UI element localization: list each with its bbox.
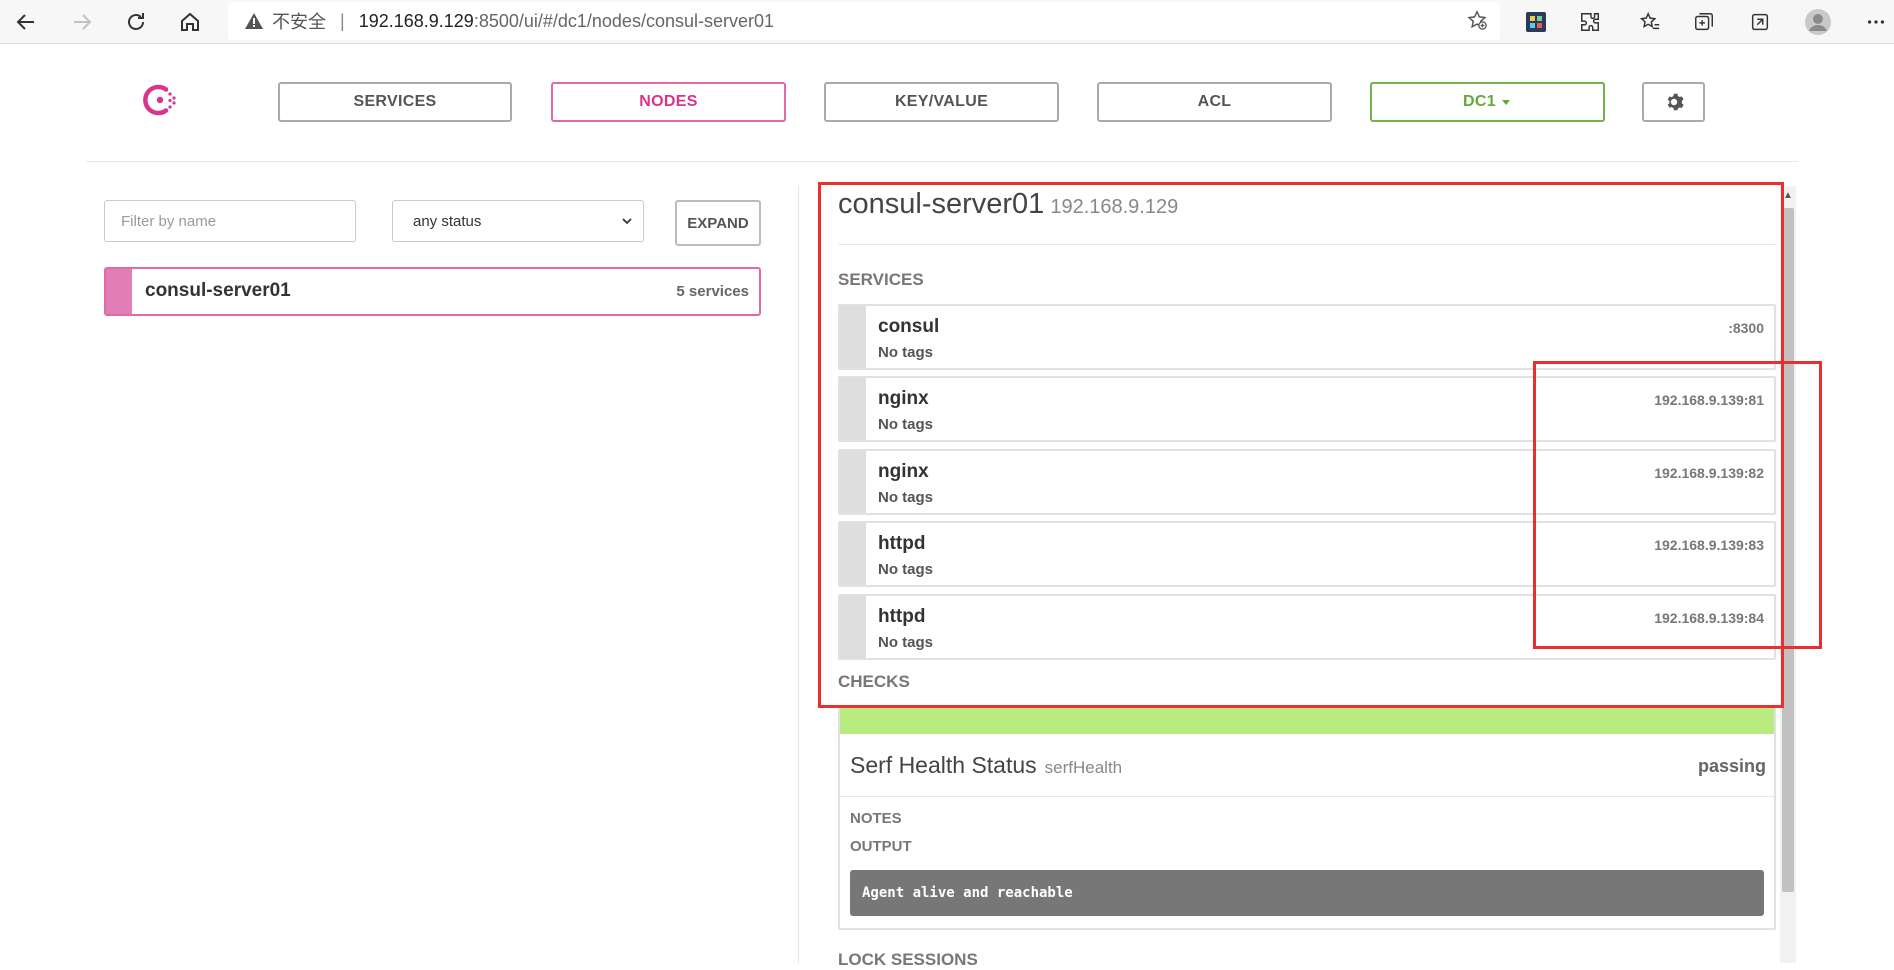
expand-button[interactable]: EXPAND xyxy=(675,200,761,246)
add-favorite-icon[interactable] xyxy=(1466,9,1488,37)
service-address: 192.168.9.139:84 xyxy=(1654,610,1764,626)
consul-logo-icon[interactable] xyxy=(140,80,180,120)
puzzle-icon[interactable] xyxy=(1572,4,1608,40)
service-tags: No tags xyxy=(878,489,934,506)
url-host: 192.168.9.129 xyxy=(358,10,474,31)
title-divider xyxy=(838,244,1776,245)
insecure-label: 不安全 xyxy=(272,12,326,32)
node-detail-ip: 192.168.9.129 xyxy=(1050,196,1179,218)
node-detail-name: consul-server01 xyxy=(838,188,1045,220)
url-path: :8500/ui/#/dc1/nodes/consul-server01 xyxy=(473,10,775,31)
service-tags: No tags xyxy=(878,416,934,433)
settings-button[interactable] xyxy=(1642,82,1705,122)
address-bar[interactable]: 不安全 | 192.168.9.129:8500/ui/#/dc1/nodes/… xyxy=(228,2,1500,40)
chevron-down-icon xyxy=(622,218,632,225)
reload-icon[interactable] xyxy=(118,4,154,40)
node-list-item[interactable]: consul-server01 5 services xyxy=(104,267,761,316)
check-status: passing xyxy=(1697,756,1766,776)
address-separator: | xyxy=(340,10,345,31)
check-notes-label: NOTES xyxy=(850,810,902,827)
datacenter-label: DC1 xyxy=(1463,93,1496,110)
service-row[interactable]: httpd No tags 192.168.9.139:84 xyxy=(838,594,1776,660)
filter-by-name-input[interactable] xyxy=(104,200,356,242)
nav-acl-button[interactable]: ACL xyxy=(1097,82,1332,122)
service-status-bar xyxy=(840,451,866,513)
browser-toolbar: 不安全 | 192.168.9.129:8500/ui/#/dc1/nodes/… xyxy=(0,0,1894,44)
more-menu-icon[interactable] xyxy=(1858,4,1894,40)
service-row[interactable]: httpd No tags 192.168.9.139:83 xyxy=(838,521,1776,587)
service-address: 192.168.9.139:82 xyxy=(1654,465,1764,481)
service-status-bar xyxy=(840,596,866,658)
check-passing-bar xyxy=(840,708,1774,734)
service-status-bar xyxy=(840,523,866,585)
check-divider xyxy=(840,796,1774,797)
scrollbar-thumb[interactable] xyxy=(1782,208,1794,892)
status-select[interactable]: any status xyxy=(392,200,644,242)
node-detail-title: consul-server01 192.168.9.129 xyxy=(838,188,1178,221)
service-row[interactable]: nginx No tags 192.168.9.139:81 xyxy=(838,376,1776,442)
profile-avatar-icon[interactable] xyxy=(1800,4,1836,40)
service-status-bar xyxy=(840,378,866,440)
service-tags: No tags xyxy=(878,344,934,361)
datacenter-dropdown[interactable]: DC1 xyxy=(1370,82,1605,122)
check-output: Agent alive and reachable xyxy=(850,870,1764,916)
scroll-up-arrow-icon[interactable]: ▲ xyxy=(1780,186,1796,206)
check-name: Serf Health Status xyxy=(850,752,1037,778)
node-list-name: consul-server01 xyxy=(145,280,291,301)
nav-services-button[interactable]: SERVICES xyxy=(278,82,512,122)
check-output-label: OUTPUT xyxy=(850,838,912,855)
service-name: consul xyxy=(878,316,940,337)
service-address: :8300 xyxy=(1728,320,1764,336)
caret-down-icon xyxy=(1501,100,1510,105)
gear-icon xyxy=(1667,93,1684,111)
favorites-icon[interactable] xyxy=(1632,4,1668,40)
service-row[interactable]: consul No tags :8300 xyxy=(838,304,1776,370)
checks-section-label: CHECKS xyxy=(838,672,910,691)
node-service-count: 5 services xyxy=(676,283,749,300)
service-tags: No tags xyxy=(878,634,934,651)
scrollbar[interactable]: ▲ xyxy=(1780,186,1796,963)
home-icon[interactable] xyxy=(172,4,208,40)
service-name: httpd xyxy=(878,606,926,627)
node-status-bar xyxy=(106,269,132,314)
forward-arrow-icon[interactable] xyxy=(64,4,100,40)
column-divider xyxy=(798,186,799,963)
service-tags: No tags xyxy=(878,561,934,578)
health-check-card[interactable]: Serf Health Status serfHealth passing NOT… xyxy=(838,706,1776,930)
services-section-label: SERVICES xyxy=(838,270,924,289)
share-icon[interactable] xyxy=(1742,4,1778,40)
service-row[interactable]: nginx No tags 192.168.9.139:82 xyxy=(838,449,1776,515)
check-id: serfHealth xyxy=(1044,758,1123,777)
collections-icon[interactable] xyxy=(1686,4,1722,40)
service-address: 192.168.9.139:81 xyxy=(1654,392,1764,408)
service-name: nginx xyxy=(878,461,929,482)
status-select-value: any status xyxy=(413,212,482,230)
nav-nodes-button[interactable]: NODES xyxy=(551,82,786,122)
nav-keyvalue-button[interactable]: KEY/VALUE xyxy=(824,82,1059,122)
service-status-bar xyxy=(840,306,866,368)
back-arrow-icon[interactable] xyxy=(8,4,44,40)
service-address: 192.168.9.139:83 xyxy=(1654,537,1764,553)
service-name: nginx xyxy=(878,388,929,409)
service-name: httpd xyxy=(878,533,926,554)
warning-triangle-icon xyxy=(244,11,264,31)
check-title: Serf Health Status serfHealth xyxy=(850,752,1122,779)
extension-icon[interactable] xyxy=(1518,4,1554,40)
lock-sessions-label: LOCK SESSIONS xyxy=(838,950,978,969)
